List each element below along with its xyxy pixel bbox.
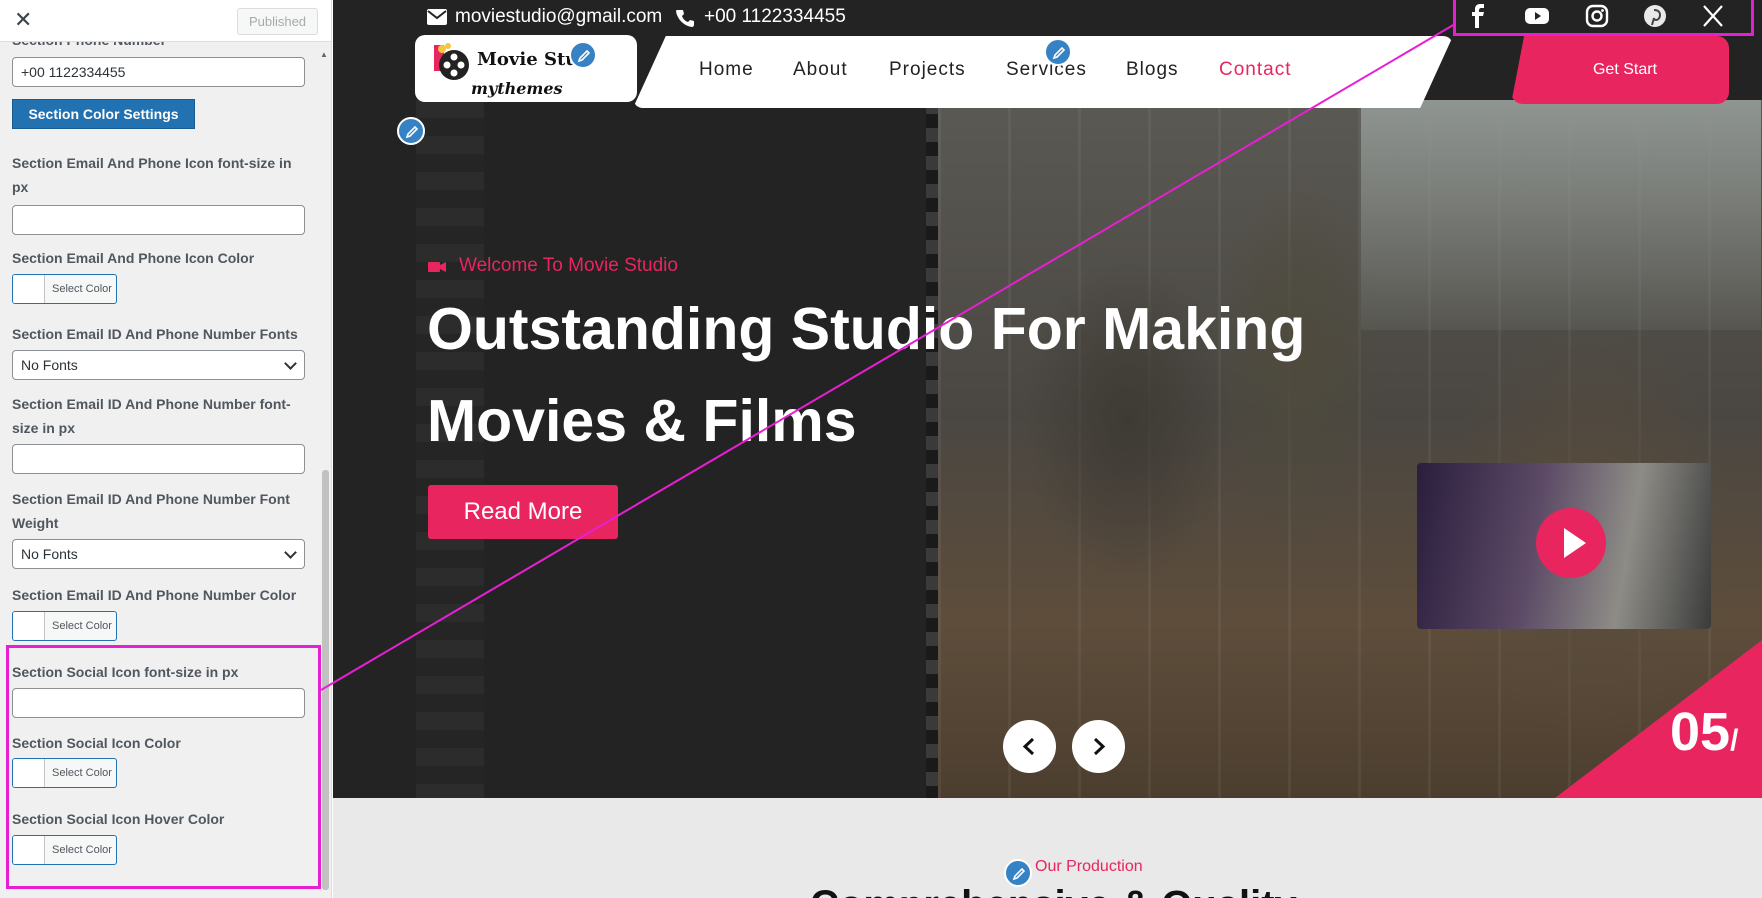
- nav-item-about[interactable]: About: [793, 57, 848, 83]
- play-button[interactable]: [1536, 508, 1606, 578]
- chevron-left-icon: [1022, 737, 1035, 756]
- nav-item-home[interactable]: Home: [699, 57, 754, 83]
- font-weight-select[interactable]: No Fonts: [12, 539, 305, 569]
- font-weight-select-value: No Fonts: [21, 546, 78, 562]
- edit-shortcut-pencil-icon[interactable]: [397, 117, 425, 145]
- get-start-button[interactable]: Get Start: [1511, 36, 1729, 104]
- published-button[interactable]: Published: [237, 8, 318, 35]
- text-font-size-input[interactable]: [12, 444, 305, 474]
- highlight-box-social-icons: [1453, 0, 1754, 36]
- text-font-size-label: Section Email ID And Phone Number font-s…: [12, 396, 291, 436]
- window-light: [1361, 100, 1761, 330]
- film-reel-icon: [434, 43, 469, 80]
- font-weight-label: Section Email ID And Phone Number Font W…: [12, 491, 290, 531]
- chevron-down-icon: [284, 546, 297, 559]
- select-color-label: Select Color: [52, 620, 112, 632]
- color-swatch: [13, 275, 45, 303]
- panel-scrollbar[interactable]: ▲: [320, 50, 330, 890]
- text-color-picker[interactable]: Select Color: [12, 611, 117, 641]
- phone-icon: [676, 10, 694, 27]
- nav-item-contact[interactable]: Contact: [1219, 57, 1291, 83]
- read-more-button[interactable]: Read More: [428, 485, 618, 539]
- top-contact-bar: moviestudio@gmail.com +00 1122334455: [333, 0, 1762, 36]
- nav-item-projects[interactable]: Projects: [889, 57, 966, 83]
- logo-name: Movie Studio: [477, 49, 577, 70]
- slider-prev-button[interactable]: [1003, 720, 1056, 773]
- edit-shortcut-pencil-icon[interactable]: [1044, 38, 1072, 66]
- logo-subtitle: mythemes: [471, 79, 563, 98]
- fonts-select[interactable]: No Fonts: [12, 350, 305, 380]
- email-text: moviestudio@gmail.com: [455, 6, 663, 27]
- phone-number-input[interactable]: +00 1122334455: [12, 57, 305, 87]
- highlight-box-social-settings: [6, 645, 321, 889]
- customizer-panel: ✕ Published Section Phone Number +00 112…: [0, 0, 332, 898]
- video-camera-icon: [428, 262, 446, 272]
- select-color-label: Select Color: [52, 283, 112, 295]
- icon-color-picker[interactable]: Select Color: [12, 274, 117, 304]
- fonts-label: Section Email ID And Phone Number Fonts: [12, 326, 298, 342]
- icon-font-size-label: Section Email And Phone Icon font-size i…: [12, 155, 292, 195]
- phone-item[interactable]: +00 1122334455: [676, 4, 876, 30]
- production-heading: Comprehensive & Quality: [810, 880, 1297, 898]
- production-label: Our Production: [1035, 858, 1143, 875]
- slide-number-current: 05: [1670, 702, 1731, 762]
- hero-tagline: Welcome To Movie Studio: [459, 255, 678, 276]
- phone-number-label: Section Phone Number: [12, 42, 302, 50]
- text-color-label: Section Email ID And Phone Number Color: [12, 587, 297, 603]
- chevron-right-icon: [1093, 737, 1106, 756]
- icon-color-label: Section Email And Phone Icon Color: [12, 250, 255, 266]
- section-color-settings-button[interactable]: Section Color Settings: [12, 99, 195, 129]
- color-swatch: [13, 612, 45, 640]
- slide-number-separator: /: [1730, 724, 1739, 757]
- play-icon: [1564, 528, 1586, 558]
- fonts-select-value: No Fonts: [21, 357, 78, 373]
- chevron-down-icon: [284, 357, 297, 370]
- close-icon[interactable]: ✕: [14, 8, 32, 32]
- site-logo[interactable]: Movie Studio mythemes: [415, 35, 637, 102]
- icon-font-size-input[interactable]: [12, 205, 305, 235]
- envelope-icon: [427, 9, 447, 25]
- hero-heading: Outstanding Studio For Making Movies & F…: [427, 296, 1306, 454]
- slider-next-button[interactable]: [1072, 720, 1125, 773]
- panel-header: ✕ Published: [0, 0, 331, 42]
- phone-text: +00 1122334455: [704, 6, 846, 27]
- scrollbar-thumb[interactable]: [322, 470, 329, 890]
- email-item[interactable]: moviestudio@gmail.com: [427, 4, 677, 30]
- slide-number: 05/: [1670, 700, 1738, 773]
- edit-shortcut-pencil-icon[interactable]: [569, 41, 597, 69]
- scroll-up-arrow-icon[interactable]: ▲: [320, 50, 328, 59]
- nav-item-blogs[interactable]: Blogs: [1126, 57, 1179, 83]
